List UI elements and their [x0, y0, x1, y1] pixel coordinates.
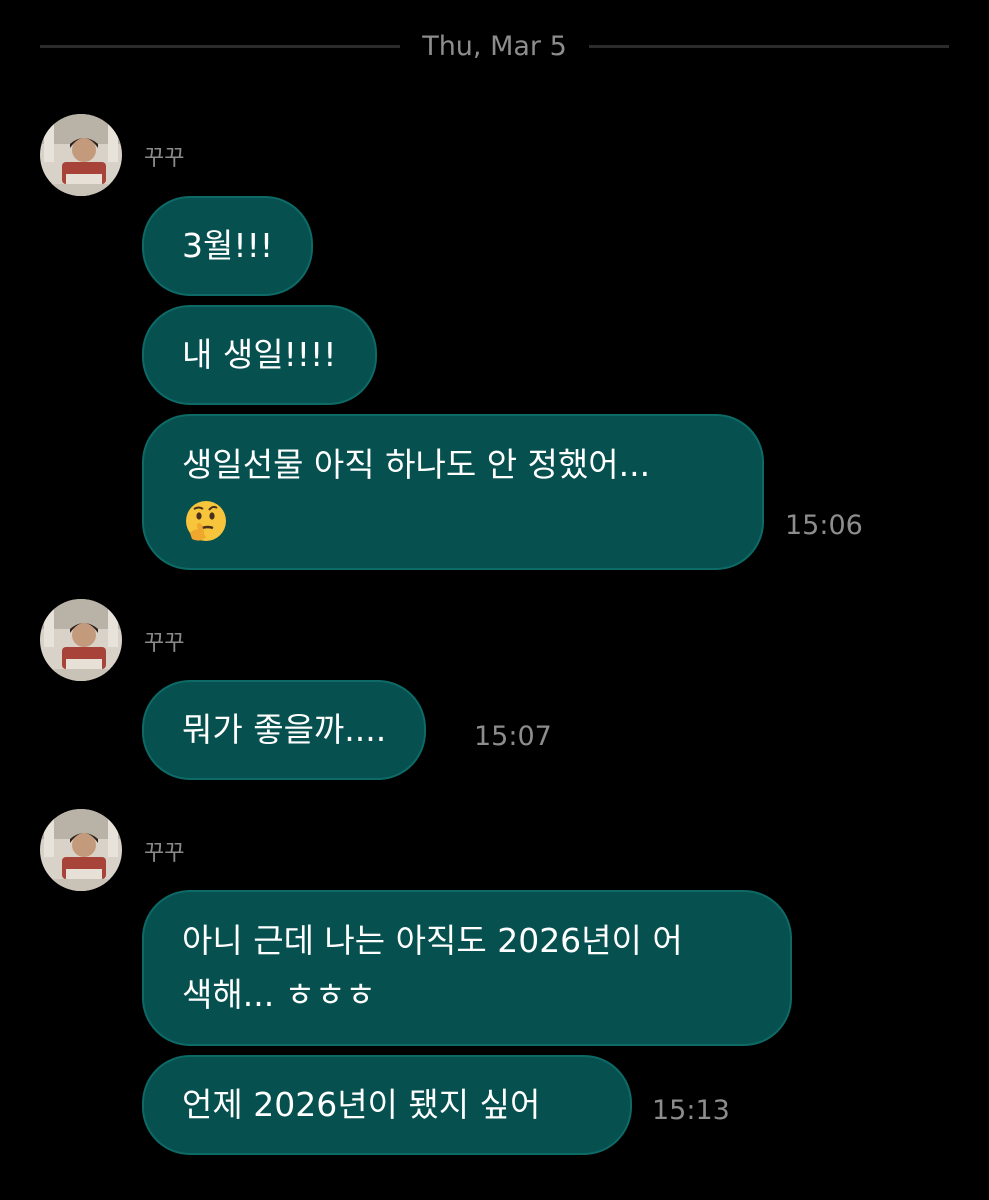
message-text: 뭐가 좋을까.... — [182, 710, 387, 749]
message-bubble[interactable]: 내 생일!!!! — [142, 305, 377, 405]
message-bubble[interactable]: 아니 근데 나는 아직도 2026년이 어 색해... ㅎㅎㅎ — [142, 890, 792, 1046]
message-bubble[interactable]: 생일선물 아직 하나도 안 정했어... — [142, 414, 764, 570]
message-bubble[interactable]: 언제 2026년이 됐지 싶어 — [142, 1055, 632, 1155]
thinking-face-icon — [182, 492, 230, 546]
message-bubble[interactable]: 뭐가 좋을까.... — [142, 680, 427, 780]
message-text-line: 아니 근데 나는 아직도 2026년이 어 — [182, 921, 683, 960]
divider-line-left — [40, 44, 401, 48]
date-divider: Thu, Mar 5 — [40, 28, 949, 64]
message-text-line: 색해... ㅎㅎㅎ — [182, 975, 376, 1014]
avatar[interactable] — [40, 599, 122, 681]
message-text: 내 생일!!!! — [182, 335, 337, 374]
message-timestamp: 15:07 — [474, 721, 552, 752]
message-text: 3월!!! — [182, 226, 274, 265]
avatar[interactable] — [40, 114, 122, 196]
avatar[interactable] — [40, 809, 122, 891]
message-timestamp: 15:06 — [785, 510, 863, 541]
sender-name: 꾸꾸 — [144, 631, 185, 656]
date-label: Thu, Mar 5 — [422, 30, 567, 62]
sender-name: 꾸꾸 — [144, 146, 185, 171]
message-bubble[interactable]: 3월!!! — [142, 196, 314, 296]
message-text: 언제 2026년이 됐지 싶어 — [182, 1085, 541, 1124]
message-text: 생일선물 아직 하나도 안 정했어... — [182, 445, 651, 484]
divider-line-right — [588, 44, 949, 48]
message-timestamp: 15:13 — [652, 1095, 730, 1126]
sender-name: 꾸꾸 — [144, 841, 185, 866]
